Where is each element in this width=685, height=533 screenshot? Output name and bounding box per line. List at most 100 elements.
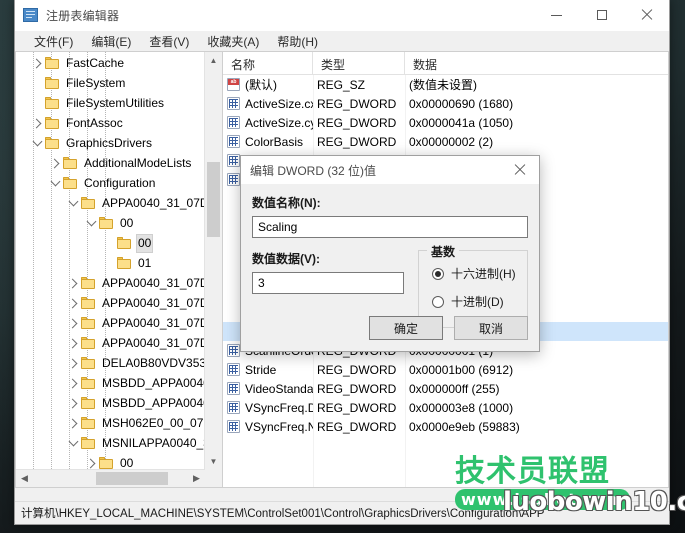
cancel-button[interactable]: 取消: [454, 316, 528, 340]
folder-icon: [45, 97, 59, 109]
tree-item[interactable]: APPA0040_31_07DA: [16, 273, 205, 293]
dialog-buttons: 确定 取消: [369, 316, 528, 340]
value-row[interactable]: ActiveSize.cx REG_DWORD 0x00000690 (1680): [223, 94, 668, 113]
tree-scroll-left-icon[interactable]: ◀: [16, 470, 33, 487]
value-row[interactable]: Stride REG_DWORD 0x00001b00 (6912): [223, 360, 668, 379]
value-type-cell: REG_DWORD: [317, 381, 397, 396]
chevron-right-icon[interactable]: [84, 453, 99, 470]
chevron-right-icon[interactable]: [66, 273, 81, 293]
close-button[interactable]: [624, 0, 669, 30]
chevron-right-icon[interactable]: [66, 393, 81, 413]
chevron-down-icon[interactable]: [48, 173, 63, 193]
value-name-cell: Stride: [223, 363, 313, 377]
tree-item[interactable]: 00: [16, 213, 205, 233]
tree-item[interactable]: APPA0040_31_07DA: [16, 293, 205, 313]
tree-item[interactable]: MSBDD_APPA0040_: [16, 393, 205, 413]
menu-favorites[interactable]: 收藏夹(A): [198, 31, 268, 52]
column-header-name[interactable]: 名称: [223, 52, 313, 74]
menu-view[interactable]: 查看(V): [140, 31, 198, 52]
tree-scroll-up-icon[interactable]: ▲: [205, 52, 222, 69]
value-type-cell: REG_DWORD: [317, 96, 397, 111]
radio-decimal[interactable]: 十进制(D): [432, 293, 527, 310]
column-header-type[interactable]: 类型: [313, 52, 405, 74]
tree-item-label: 00: [136, 233, 154, 253]
value-type-cell: REG_DWORD: [317, 400, 397, 415]
folder-icon: [81, 317, 95, 329]
chevron-down-icon[interactable]: [66, 433, 81, 453]
tree-item[interactable]: FastCache: [16, 53, 205, 73]
chevron-down-icon[interactable]: [84, 213, 99, 233]
chevron-right-icon[interactable]: [66, 333, 81, 353]
chevron-right-icon[interactable]: [30, 113, 45, 133]
chevron-right-icon[interactable]: [48, 153, 63, 173]
tree-leaf-spacer: [30, 93, 45, 113]
tree-item[interactable]: GraphicsDrivers: [16, 133, 205, 153]
value-data-cell: 0x0000041a (1050): [409, 115, 514, 130]
tree-hscroll-thumb[interactable]: [96, 472, 168, 485]
minimize-button[interactable]: [534, 0, 579, 30]
value-type-cell: REG_DWORD: [317, 362, 397, 377]
dialog-title: 编辑 DWORD (32 位)值: [250, 163, 377, 178]
minimize-icon: [551, 14, 562, 16]
value-name-cell: VideoStandard: [223, 382, 313, 396]
tree-vscroll-thumb[interactable]: [207, 162, 220, 237]
value-data-cell: 0x000003e8 (1000): [409, 400, 514, 415]
value-row[interactable]: ActiveSize.cy REG_DWORD 0x0000041a (1050): [223, 113, 668, 132]
chevron-right-icon[interactable]: [66, 293, 81, 313]
tree-leaf-spacer: [102, 233, 117, 253]
value-type-cell: REG_DWORD: [317, 419, 397, 434]
value-row[interactable]: VSyncFreq.Nu... REG_DWORD 0x0000e9eb (5988…: [223, 417, 668, 436]
tree-item[interactable]: 00: [16, 453, 205, 470]
value-name-text: VideoStandard: [245, 381, 313, 396]
value-row[interactable]: ColorBasis REG_DWORD 0x00000002 (2): [223, 132, 668, 151]
value-name-cell: ActiveSize.cx: [223, 97, 313, 111]
dword-value-icon: [227, 154, 240, 167]
value-row[interactable]: VideoStandard REG_DWORD 0x000000ff (255): [223, 379, 668, 398]
tree-item[interactable]: APPA0040_31_07DA: [16, 193, 205, 213]
dialog-close-button[interactable]: [501, 156, 539, 184]
tree-item[interactable]: AdditionalModeLists: [16, 153, 205, 173]
tree-item[interactable]: 00: [16, 233, 205, 253]
tree-item[interactable]: FontAssoc: [16, 113, 205, 133]
chevron-right-icon[interactable]: [66, 413, 81, 433]
radio-hexadecimal[interactable]: 十六进制(H): [432, 265, 527, 282]
chevron-right-icon[interactable]: [66, 353, 81, 373]
value-row[interactable]: VSyncFreq.De... REG_DWORD 0x000003e8 (1000…: [223, 398, 668, 417]
menu-file[interactable]: 文件(F): [25, 31, 82, 52]
maximize-button[interactable]: [579, 0, 624, 30]
tree-scroll-down-icon[interactable]: ▼: [205, 453, 222, 470]
column-header-data[interactable]: 数据: [405, 52, 668, 74]
menu-help[interactable]: 帮助(H): [268, 31, 327, 52]
tree-item[interactable]: FileSystemUtilities: [16, 93, 205, 113]
registry-tree-pane[interactable]: FastCache FileSystem FileSystemUtilities Fo…: [15, 51, 222, 488]
chevron-down-icon[interactable]: [30, 133, 45, 153]
value-row[interactable]: ab (默认) REG_SZ (数值未设置): [223, 75, 668, 94]
value-name-text: VSyncFreq.De...: [245, 400, 313, 415]
chevron-right-icon[interactable]: [66, 313, 81, 333]
value-data-cell: (数值未设置): [409, 78, 477, 92]
chevron-right-icon[interactable]: [30, 53, 45, 73]
tree-item[interactable]: MSH062E0_00_07DI: [16, 413, 205, 433]
menu-bar: 文件(F) 编辑(E) 查看(V) 收藏夹(A) 帮助(H): [15, 31, 669, 52]
tree-item[interactable]: APPA0040_31_07DA: [16, 333, 205, 353]
tree-item[interactable]: Configuration: [16, 173, 205, 193]
tree-item[interactable]: 01: [16, 253, 205, 273]
value-data-input[interactable]: [252, 272, 404, 294]
value-data-cell: 0x00000002 (2): [409, 134, 494, 149]
tree-scroll-right-icon[interactable]: ▶: [188, 470, 205, 487]
chevron-down-icon[interactable]: [66, 193, 81, 213]
tree-item-label: MSH062E0_00_07DI: [102, 416, 205, 430]
dword-value-icon: [227, 401, 240, 414]
ok-button[interactable]: 确定: [369, 316, 443, 340]
tree-horizontal-scrollbar[interactable]: ◀ ▶: [16, 469, 205, 487]
tree-item[interactable]: FileSystem: [16, 73, 205, 93]
value-type-cell: REG_SZ: [317, 77, 366, 92]
tree-vertical-scrollbar[interactable]: ▲ ▼: [204, 52, 222, 470]
tree-item[interactable]: MSNILAPPA0040_31: [16, 433, 205, 453]
tree-item[interactable]: DELA0B80VDV353V: [16, 353, 205, 373]
value-name-input[interactable]: [252, 216, 528, 238]
tree-item[interactable]: MSBDD_APPA0040_: [16, 373, 205, 393]
menu-edit[interactable]: 编辑(E): [82, 31, 140, 52]
tree-item[interactable]: APPA0040_31_07DA: [16, 313, 205, 333]
chevron-right-icon[interactable]: [66, 373, 81, 393]
